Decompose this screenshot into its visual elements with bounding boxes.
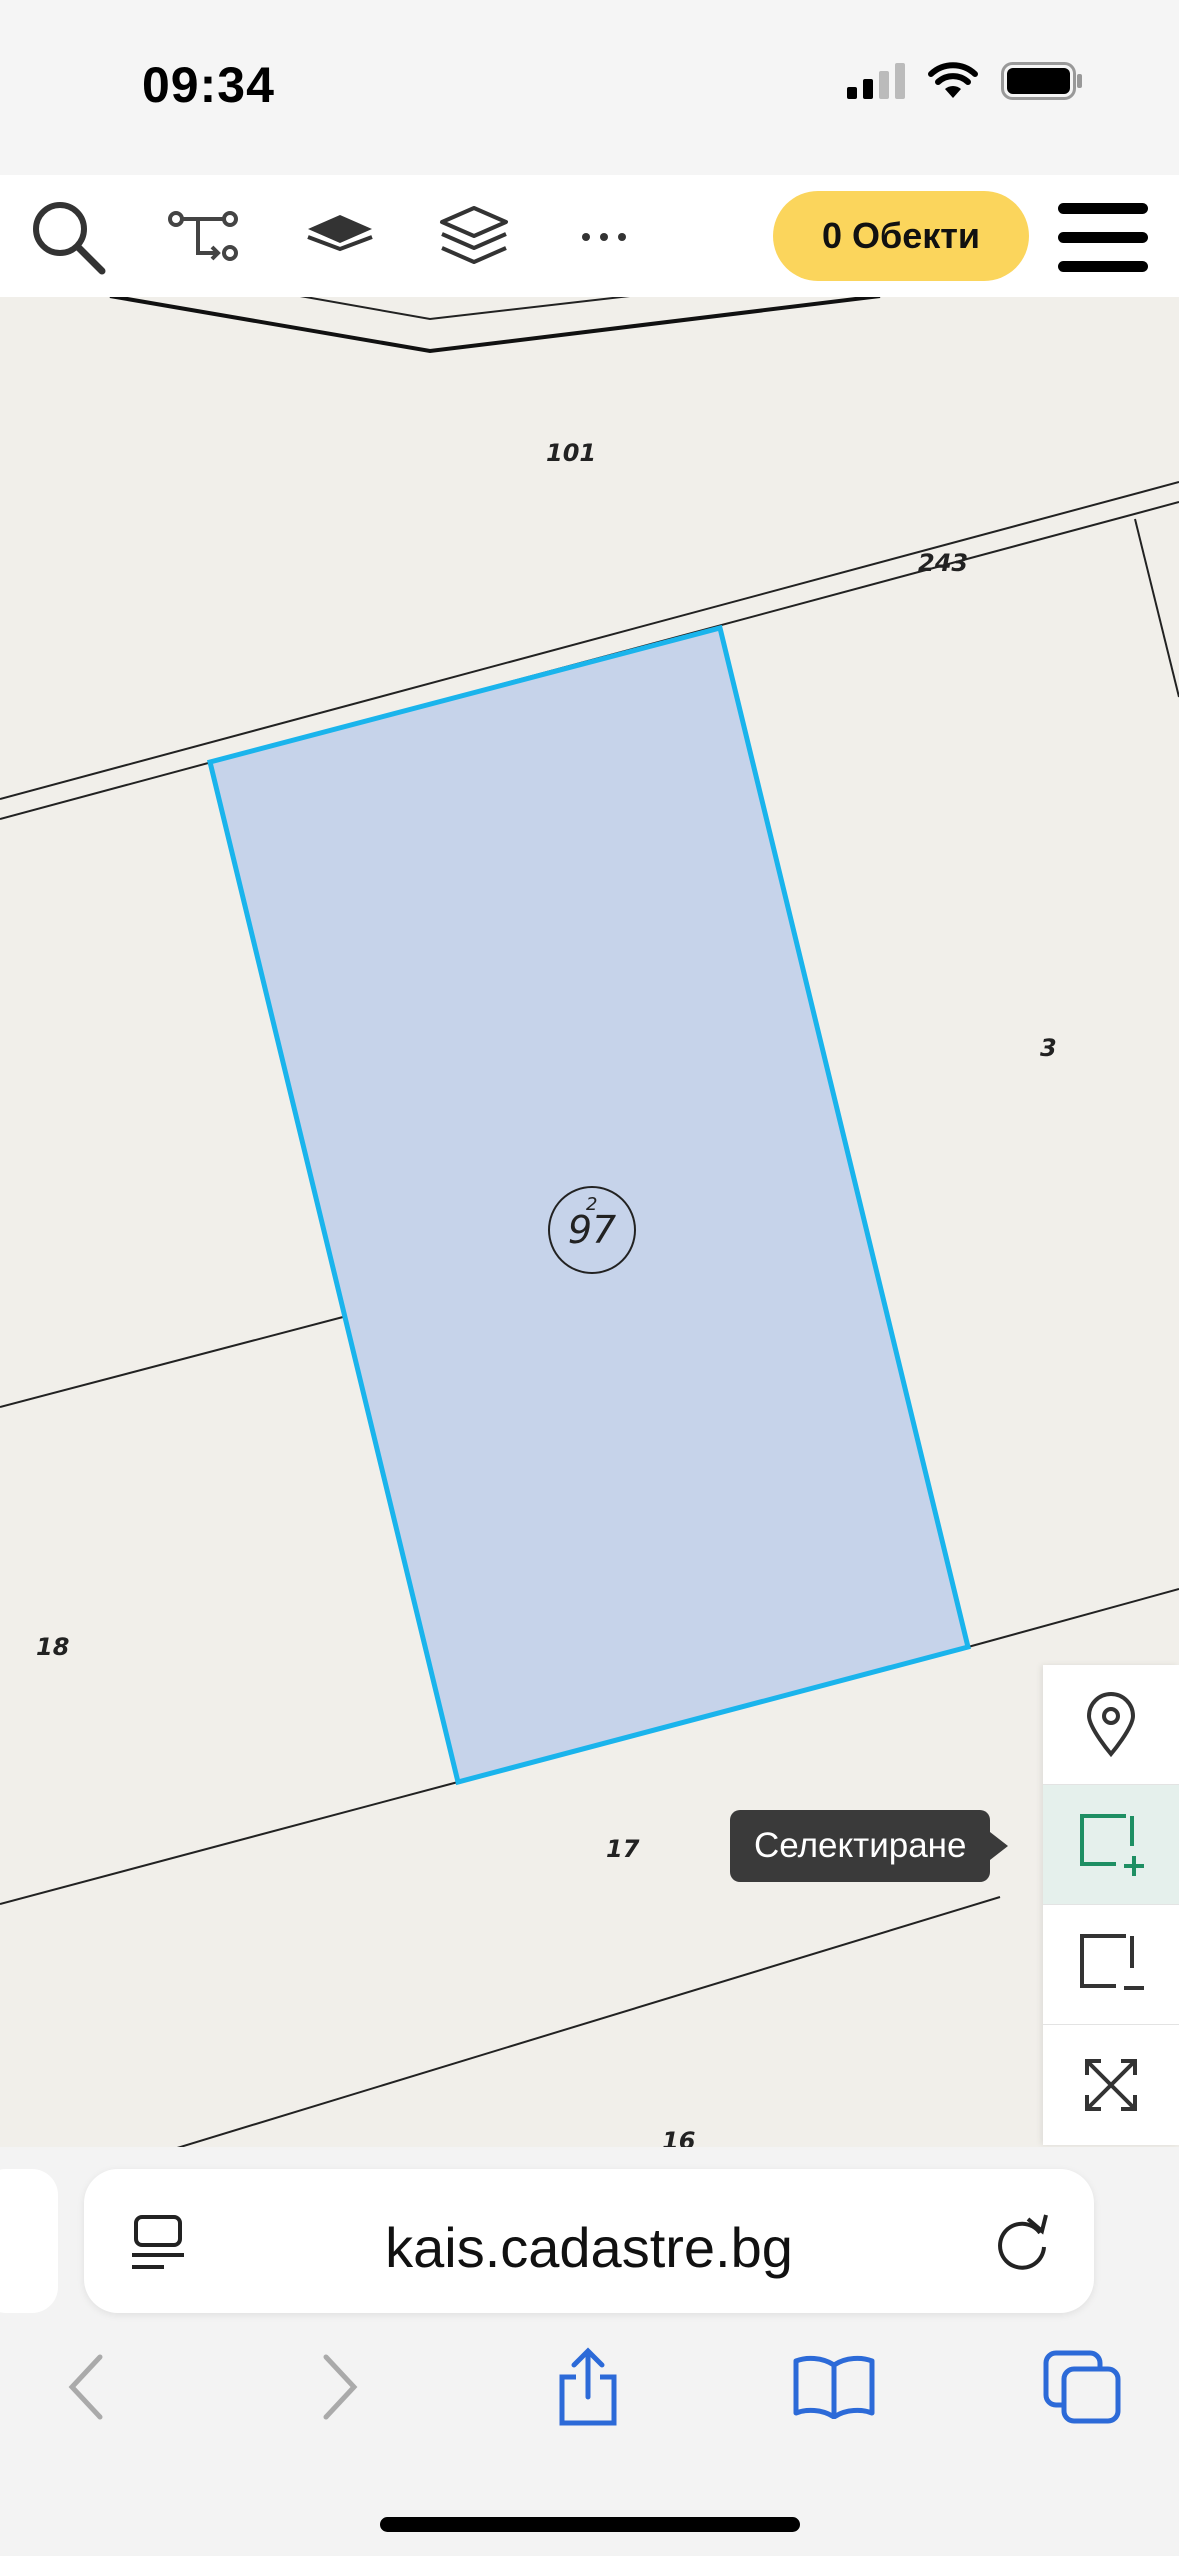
reload-icon[interactable] bbox=[990, 2209, 1054, 2273]
expand-icon bbox=[1085, 2059, 1137, 2111]
status-icons bbox=[847, 62, 1083, 100]
select-add-icon bbox=[1080, 1813, 1144, 1876]
home-indicator bbox=[380, 2517, 800, 2532]
menu-line bbox=[1058, 203, 1148, 214]
app-toolbar: 0 Обекти bbox=[0, 175, 1179, 297]
more-icon bbox=[582, 233, 626, 241]
objects-button[interactable]: 0 Обекти bbox=[773, 191, 1029, 281]
forward-button[interactable] bbox=[290, 2337, 390, 2437]
chevron-left-icon bbox=[68, 2354, 103, 2420]
more-button[interactable] bbox=[560, 193, 648, 281]
wifi-icon bbox=[928, 62, 978, 98]
map-tool-panel bbox=[1043, 1665, 1179, 2145]
map-label: 101 bbox=[546, 439, 597, 467]
menu-line bbox=[1058, 232, 1148, 243]
parcel-number-badge[interactable]: 2 97 bbox=[548, 1186, 636, 1274]
layers-button[interactable] bbox=[430, 193, 518, 281]
location-button[interactable] bbox=[1043, 1665, 1179, 1785]
cadastral-map[interactable]: 101 243 3 18 17 16 2 97 bbox=[0, 297, 1179, 2147]
base-layer-button[interactable] bbox=[296, 193, 384, 281]
map-label: 17 bbox=[606, 1835, 640, 1863]
map-label: 18 bbox=[36, 1633, 70, 1661]
layer-filled-icon bbox=[307, 215, 373, 252]
select-add-button[interactable] bbox=[1043, 1785, 1179, 1905]
browser-bottom-bar: kais.cadastre.bg bbox=[0, 2147, 1179, 2556]
menu-line bbox=[1058, 261, 1148, 272]
map-label: 3 bbox=[1040, 1034, 1057, 1062]
layers-icon bbox=[440, 206, 508, 264]
book-icon bbox=[793, 2355, 875, 2419]
share-icon bbox=[559, 2347, 617, 2426]
status-time: 09:34 bbox=[142, 57, 275, 113]
parcel-sub-number: 2 bbox=[586, 1194, 598, 1215]
select-tooltip: Селектиране bbox=[730, 1810, 1010, 1882]
tabs-icon bbox=[1043, 2350, 1121, 2424]
map-label: 243 bbox=[918, 549, 969, 577]
url-text: kais.cadastre.bg bbox=[385, 2216, 793, 2279]
select-remove-button[interactable] bbox=[1043, 1905, 1179, 2025]
battery-icon bbox=[1001, 62, 1082, 100]
search-button[interactable] bbox=[24, 193, 112, 281]
select-remove-icon bbox=[1080, 1933, 1144, 1990]
address-bar[interactable]: kais.cadastre.bg bbox=[84, 2169, 1094, 2313]
status-bar: 09:34 bbox=[0, 0, 1179, 175]
search-icon bbox=[33, 202, 106, 275]
route-button[interactable] bbox=[160, 193, 248, 281]
location-pin-icon bbox=[1086, 1691, 1136, 1757]
share-button[interactable] bbox=[538, 2337, 638, 2437]
signal-icon bbox=[847, 63, 905, 99]
previous-tab-preview[interactable] bbox=[0, 2169, 58, 2313]
hamburger-menu-button[interactable] bbox=[1058, 203, 1148, 273]
route-icon bbox=[168, 211, 238, 261]
tabs-button[interactable] bbox=[1032, 2337, 1132, 2437]
map-label: 16 bbox=[662, 2127, 696, 2147]
fullscreen-button[interactable] bbox=[1043, 2025, 1179, 2145]
bookmarks-button[interactable] bbox=[784, 2337, 884, 2437]
back-button[interactable] bbox=[36, 2337, 136, 2437]
chevron-right-icon bbox=[323, 2354, 358, 2420]
